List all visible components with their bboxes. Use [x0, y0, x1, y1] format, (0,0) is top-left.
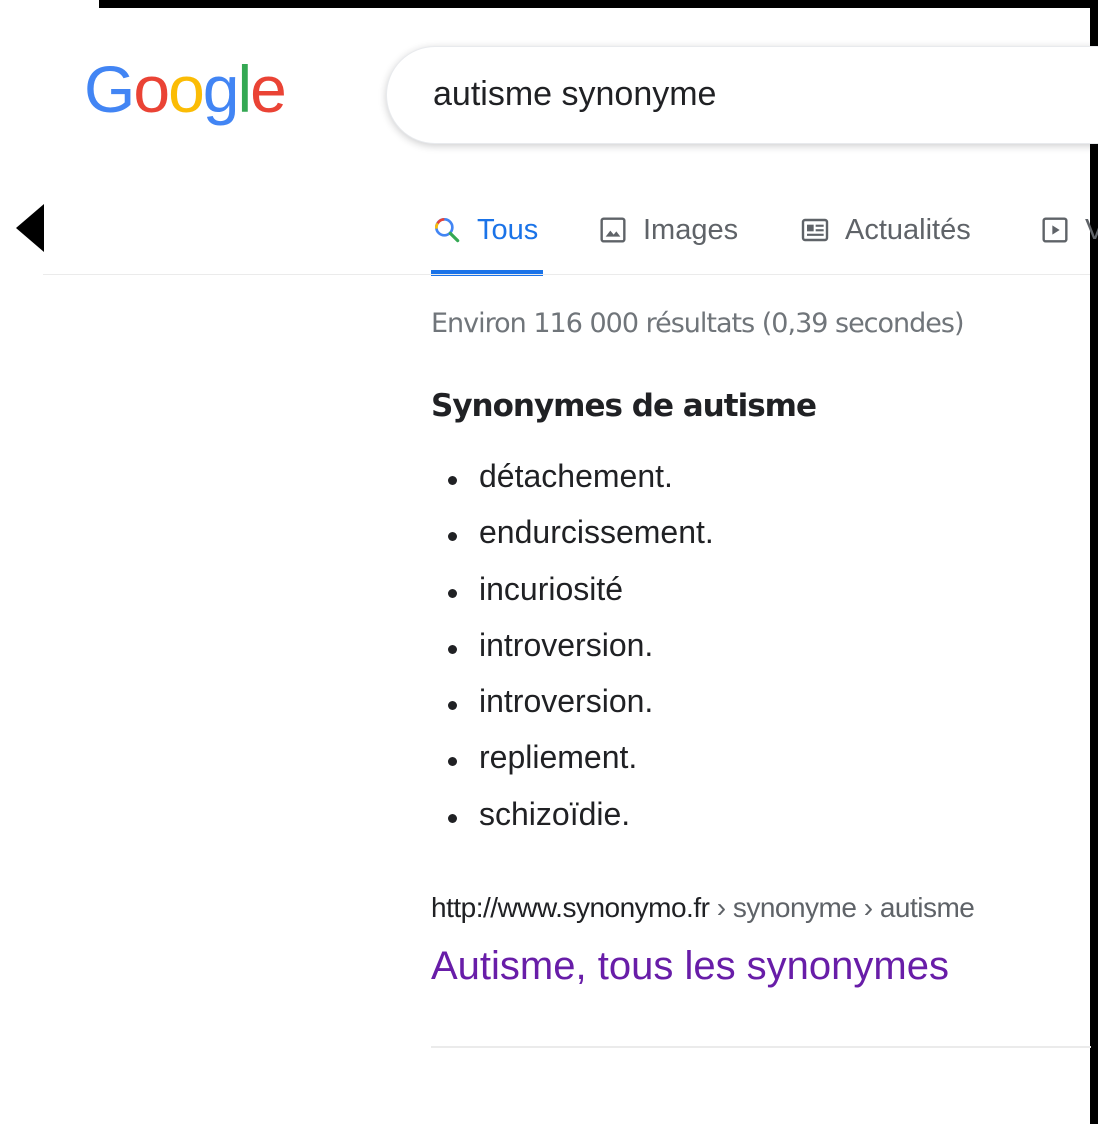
logo-letter-o2: o — [168, 52, 205, 126]
result-url[interactable]: http://www.synonymo.fr › synonyme › auti… — [431, 892, 975, 924]
result-divider — [431, 1046, 1091, 1048]
logo-letter-g: G — [84, 52, 135, 126]
tab-tous-label: Tous — [477, 213, 539, 246]
top-frame-bar — [99, 0, 1098, 8]
result-url-breadcrumb: › synonyme › autisme — [709, 892, 975, 923]
bullet-icon — [448, 644, 457, 654]
synonym-text: introversion. — [479, 683, 654, 720]
search-box[interactable]: autisme synonyme — [386, 46, 1098, 144]
bullet-icon — [448, 757, 457, 767]
tab-tous[interactable]: Tous — [431, 210, 538, 250]
synonym-text: endurcissement. — [479, 514, 714, 551]
active-tab-indicator — [431, 270, 543, 276]
tab-actualites-label: Actualités — [845, 213, 971, 246]
bullet-icon — [448, 813, 457, 823]
synonym-text: schizoïdie. — [479, 795, 631, 832]
synonym-text: incuriosité — [479, 570, 624, 607]
image-icon — [597, 214, 629, 246]
bullet-icon — [448, 588, 457, 598]
list-item: incuriosité — [431, 571, 714, 627]
list-item: détachement. — [431, 458, 714, 514]
list-item: endurcissement. — [431, 514, 714, 570]
logo-letter-l: l — [237, 52, 253, 126]
bullet-icon — [448, 701, 457, 711]
tab-videos-label: V — [1085, 213, 1098, 246]
logo-letter-e: e — [250, 52, 287, 126]
synonym-text: repliement. — [479, 739, 638, 776]
tab-images-label: Images — [643, 213, 739, 246]
bullet-icon — [448, 476, 457, 485]
list-item: introversion. — [431, 683, 714, 739]
right-frame-bar — [1090, 0, 1098, 1124]
tab-videos[interactable]: V — [1039, 210, 1098, 250]
synonyms-heading: Synonymes de autisme — [431, 388, 817, 424]
search-icon — [431, 214, 463, 246]
tab-images[interactable]: Images — [597, 210, 738, 250]
tab-actualites[interactable]: Actualités — [799, 210, 971, 250]
logo-letter-g2: g — [202, 52, 240, 126]
result-url-host: http://www.synonymo.fr — [431, 892, 710, 923]
bullet-icon — [448, 532, 457, 542]
tabs-divider — [43, 274, 1090, 275]
result-stats: Environ 116 000 résultats (0,39 secondes… — [431, 308, 965, 339]
synonym-text: détachement. — [479, 458, 673, 494]
google-logo[interactable]: Google — [84, 52, 287, 126]
list-item: schizoïdie. — [431, 796, 714, 852]
logo-letter-o1: o — [133, 52, 170, 126]
result-title-link[interactable]: Autisme, tous les synonymes — [431, 944, 949, 989]
back-arrow-icon[interactable] — [16, 204, 44, 252]
list-item: introversion. — [431, 627, 714, 683]
synonyms-list: détachement. endurcissement. incuriosité… — [431, 458, 714, 852]
list-item: repliement. — [431, 739, 714, 795]
video-play-icon — [1039, 214, 1071, 246]
search-input[interactable]: autisme synonyme — [433, 75, 716, 114]
synonym-text: introversion. — [479, 626, 654, 663]
news-icon — [799, 214, 831, 246]
